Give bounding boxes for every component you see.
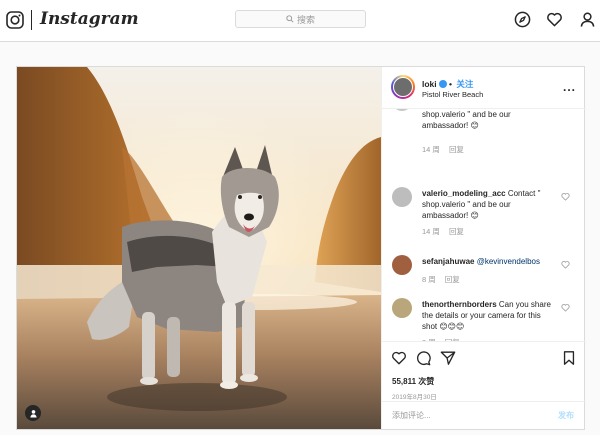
comment-input[interactable]: 添加评论... <box>392 410 431 421</box>
like-heart-icon[interactable] <box>391 350 407 366</box>
reply-button[interactable]: 回复 <box>449 227 464 236</box>
like-comment-heart-icon[interactable] <box>561 303 570 312</box>
post-photo[interactable] <box>17 67 381 429</box>
post-sidebar: loki • 关注 Pistol River Beach ... shop.va… <box>381 67 586 429</box>
commenter-avatar[interactable] <box>392 109 412 111</box>
reply-button[interactable]: 回复 <box>449 145 464 154</box>
comment-meta: 8 周回复 <box>422 275 460 284</box>
commenter-avatar[interactable] <box>392 187 412 207</box>
commenter-username[interactable]: sefanjahuwae <box>422 257 474 266</box>
reply-button[interactable]: 回复 <box>445 275 460 284</box>
author-username[interactable]: loki <box>422 79 437 89</box>
mention-link[interactable]: @kevinvendelbos <box>477 257 540 266</box>
commenter-username[interactable]: valerio_modeling_acc <box>422 189 506 198</box>
verified-badge-icon <box>438 80 447 88</box>
more-options-button[interactable]: ... <box>563 80 576 94</box>
commenter-avatar[interactable] <box>392 298 412 318</box>
comments-list[interactable]: shop.valerio " and be our ambassador! 😊 … <box>382 109 586 341</box>
post-actions: 55,811 次赞 2019年8月30日 <box>382 341 586 407</box>
commenter-username[interactable]: thenorthernborders <box>422 300 497 309</box>
comment-text: valerio_modeling_acc Contact " shop.vale… <box>422 189 541 220</box>
husky-beach-photo <box>17 67 381 429</box>
activity-heart-icon[interactable] <box>546 11 563 28</box>
save-bookmark-icon[interactable] <box>561 350 577 366</box>
post-card: loki • 关注 Pistol River Beach ... shop.va… <box>16 66 586 430</box>
comment-text: shop.valerio " and be our ambassador! 😊 <box>422 110 511 130</box>
post-date: 2019年8月30日 <box>392 394 437 401</box>
search-box[interactable]: 搜索 <box>235 10 366 28</box>
commenter-avatar[interactable] <box>392 255 412 275</box>
profile-person-icon[interactable] <box>579 11 596 28</box>
explore-compass-icon[interactable] <box>514 11 531 28</box>
tagged-users-button[interactable] <box>25 405 41 421</box>
search-placeholder: 搜索 <box>296 14 315 25</box>
like-comment-heart-icon[interactable] <box>561 260 570 269</box>
post-comment-button[interactable]: 发布 <box>558 410 574 421</box>
add-comment-box: 添加评论... 发布 <box>382 401 586 429</box>
comment-bubble-icon[interactable] <box>415 350 431 366</box>
instagram-camera-icon[interactable] <box>6 11 24 29</box>
share-paper-plane-icon[interactable] <box>440 350 456 366</box>
logo-divider <box>31 10 32 30</box>
author-avatar[interactable] <box>391 75 415 99</box>
like-count[interactable]: 55,811 次赞 <box>392 376 434 387</box>
comment-text: sefanjahuwae @kevinvendelbos <box>422 256 558 267</box>
post-location[interactable]: Pistol River Beach <box>422 90 483 99</box>
author-line: loki • 关注 <box>422 79 474 89</box>
follow-button[interactable]: 关注 <box>456 79 473 89</box>
search-icon <box>286 15 294 23</box>
instagram-wordmark[interactable]: Instagram <box>40 9 139 29</box>
comment-text: thenorthernborders Can you share the det… <box>422 300 551 331</box>
comment-meta: 14 周回复 <box>422 227 464 236</box>
top-navigation-bar: Instagram 搜索 <box>0 0 600 42</box>
like-comment-heart-icon[interactable] <box>561 192 570 201</box>
comment-meta: 14 周回复 <box>422 145 464 154</box>
person-tag-icon <box>29 409 37 418</box>
post-header: loki • 关注 Pistol River Beach ... <box>382 67 586 109</box>
